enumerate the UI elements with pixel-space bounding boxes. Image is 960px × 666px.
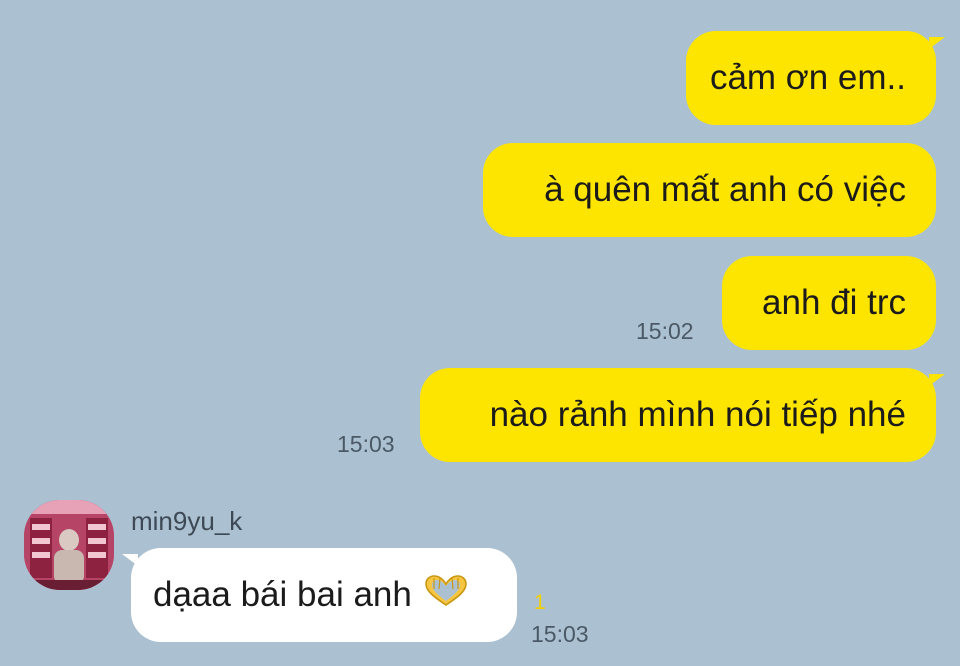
chat-view[interactable]: cảm ơn em.. à quên mất anh có việc anh đ… (0, 0, 960, 666)
heart-hands-icon (424, 574, 468, 616)
unread-count: 1 (534, 591, 546, 614)
profile-photo-avatar[interactable] (24, 500, 114, 590)
message-text: à quên mất anh có việc (544, 170, 906, 209)
incoming-message[interactable]: dạaa bái bai anh (122, 548, 517, 642)
message-text: cảm ơn em.. (709, 58, 906, 97)
outgoing-message[interactable]: cảm ơn em.. (686, 31, 945, 125)
outgoing-message[interactable]: anh đi trc (722, 256, 936, 350)
outgoing-message[interactable]: nào rảnh mình nói tiếp nhé (420, 368, 945, 462)
message-text: nào rảnh mình nói tiếp nhé (489, 395, 906, 434)
message-timestamp: 15:03 (531, 621, 589, 647)
sender-name: min9yu_k (131, 506, 243, 536)
outgoing-message[interactable]: à quên mất anh có việc (483, 143, 936, 237)
message-text: dạaa bái bai anh (153, 575, 412, 614)
message-timestamp: 15:02 (636, 318, 694, 344)
message-timestamp: 15:03 (337, 431, 395, 457)
avatar-image (24, 500, 114, 590)
message-text: anh đi trc (762, 283, 906, 322)
